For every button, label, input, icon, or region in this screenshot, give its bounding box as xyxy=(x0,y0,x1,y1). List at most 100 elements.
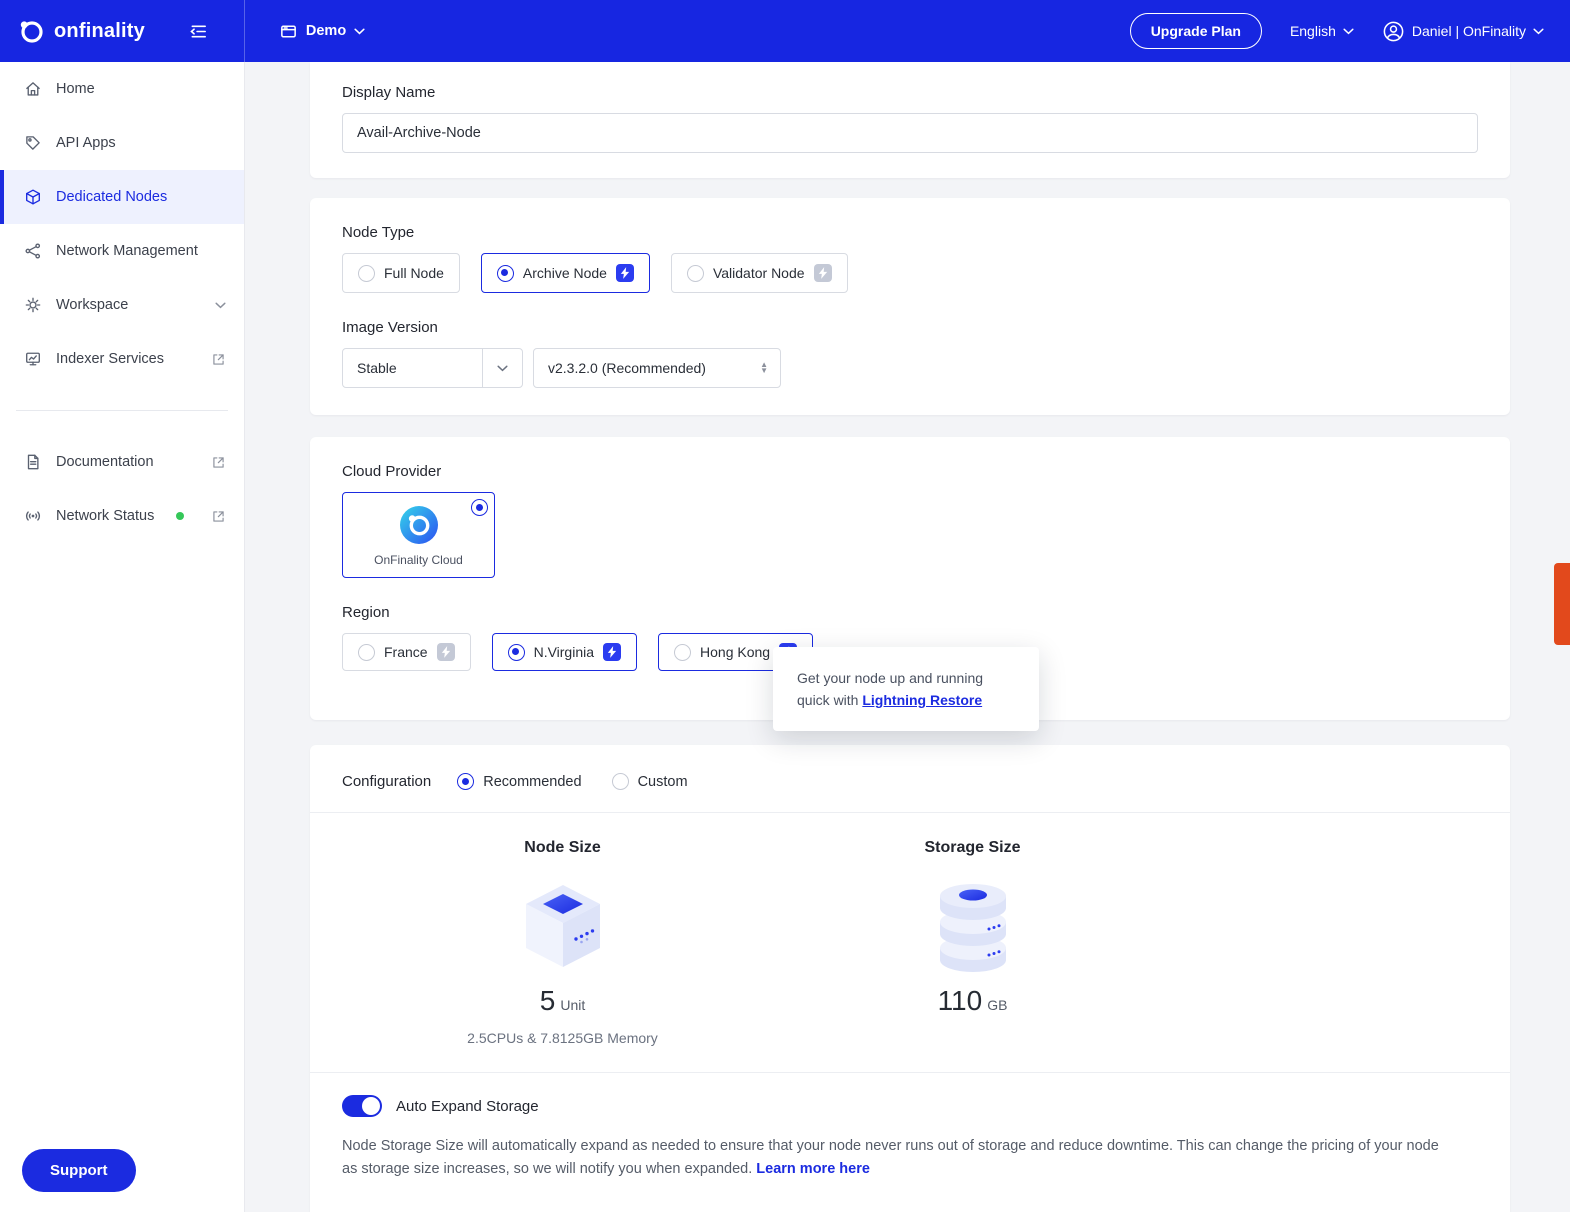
sidebar-item-label: API Apps xyxy=(56,135,116,151)
option-label: Archive Node xyxy=(522,265,607,281)
external-link-icon xyxy=(211,455,226,470)
workspace-switcher[interactable]: Demo xyxy=(279,22,365,41)
node-size-title: Node Size xyxy=(524,839,601,856)
sidebar-divider xyxy=(16,410,228,411)
display-name-input[interactable] xyxy=(342,113,1478,153)
sidebar-item-network-status[interactable]: Network Status xyxy=(0,489,244,543)
sidebar-item-label: Dedicated Nodes xyxy=(56,189,168,205)
monitor-icon xyxy=(24,350,42,368)
lightning-restore-disabled-icon xyxy=(813,264,832,282)
learn-more-link[interactable]: Learn more here xyxy=(756,1161,870,1177)
region-option-nvirginia[interactable]: N.Virginia xyxy=(491,633,638,671)
node-type-option-archive[interactable]: Archive Node xyxy=(480,253,650,293)
sidebar-item-api-apps[interactable]: API Apps xyxy=(0,116,244,170)
lightning-restore-icon xyxy=(603,643,622,661)
configuration-option-custom[interactable]: Custom xyxy=(611,773,688,790)
option-label: Full Node xyxy=(384,265,444,281)
node-type-label: Node Type xyxy=(342,224,415,241)
option-label: France xyxy=(384,644,428,660)
radio-selected xyxy=(471,499,488,516)
storage-size-column: Storage Size 110 GB xyxy=(815,839,1130,1046)
lightning-restore-icon xyxy=(615,264,634,282)
option-label: Custom xyxy=(637,773,688,790)
configuration-option-recommended[interactable]: Recommended xyxy=(457,773,582,790)
size-section: Node Size 5 Unit 2.5CPUs & 7.8125GB Memo… xyxy=(310,812,1510,1072)
signal-icon xyxy=(24,507,42,525)
user-name: Daniel | OnFinality xyxy=(1411,23,1526,39)
sidebar-collapse-icon[interactable] xyxy=(189,22,208,41)
onfinality-logo-icon xyxy=(18,18,45,45)
up-down-caret-icon: ▲ ▼ xyxy=(760,360,768,375)
sidebar-item-workspace[interactable]: Workspace xyxy=(0,278,244,332)
option-label: Recommended xyxy=(483,773,582,790)
top-navbar: onfinality Demo Upgrade Plan English Dan… xyxy=(0,0,1570,62)
chevron-down-icon xyxy=(1533,28,1544,35)
option-label: Hong Kong xyxy=(700,644,771,660)
sidebar-item-network-management[interactable]: Network Management xyxy=(0,224,244,278)
radio-unselected xyxy=(358,643,375,661)
auto-expand-toggle[interactable] xyxy=(342,1095,382,1117)
option-label: Validator Node xyxy=(712,265,805,281)
release-channel-select[interactable]: Stable xyxy=(342,348,523,388)
brand-name: onfinality xyxy=(54,19,145,42)
network-share-icon xyxy=(24,242,42,260)
node-type-option-full[interactable]: Full Node xyxy=(342,253,460,293)
support-button[interactable]: Support xyxy=(22,1149,136,1192)
external-link-icon xyxy=(211,352,226,367)
sidebar: Home API Apps Dedicated Nodes Network Ma… xyxy=(0,62,245,1212)
region-label: Region xyxy=(342,604,390,621)
chevron-down-icon xyxy=(215,302,226,309)
radio-selected xyxy=(496,264,514,282)
sidebar-item-label: Workspace xyxy=(56,297,129,313)
sidebar-item-label: Network Status xyxy=(56,508,155,524)
display-name-label: Display Name xyxy=(342,84,436,101)
radio-selected xyxy=(457,773,475,790)
option-label: N.Virginia xyxy=(533,644,595,660)
configuration-options: Recommended Custom xyxy=(457,773,688,790)
navbar-divider xyxy=(243,0,245,62)
region-option-france[interactable]: France xyxy=(342,633,471,671)
chevron-down-icon xyxy=(1343,28,1354,35)
lightning-restore-link[interactable]: Lightning Restore xyxy=(862,692,982,708)
release-channel-value: Stable xyxy=(357,360,397,376)
node-type-option-validator[interactable]: Validator Node xyxy=(670,253,848,293)
language-selector[interactable]: English xyxy=(1290,23,1354,39)
deploy-node-form: Display Name Node Type Full Node Archive… xyxy=(310,62,1510,1212)
storage-size-value: 110 GB xyxy=(815,985,1130,1017)
provider-name: OnFinality Cloud xyxy=(374,552,463,567)
provider-onfinality-cloud[interactable]: OnFinality Cloud xyxy=(342,492,495,578)
avatar-icon xyxy=(1382,20,1405,43)
node-size-unit: Unit xyxy=(560,997,586,1013)
node-cube-icon xyxy=(24,188,42,206)
upgrade-plan-button[interactable]: Upgrade Plan xyxy=(1129,13,1262,49)
storage-stack-illustration xyxy=(815,873,1130,977)
storage-size-number: 110 xyxy=(937,985,983,1016)
home-icon xyxy=(24,80,42,98)
auto-expand-label: Auto Expand Storage xyxy=(396,1097,539,1115)
image-version-select[interactable]: v2.3.2.0 (Recommended) ▲ ▼ xyxy=(533,348,781,388)
language-label: English xyxy=(1289,23,1336,39)
sidebar-item-dedicated-nodes[interactable]: Dedicated Nodes xyxy=(0,170,244,224)
radio-unselected xyxy=(611,773,629,790)
gear-icon xyxy=(24,296,42,314)
feedback-edge-tab[interactable] xyxy=(1554,563,1570,645)
sidebar-item-home[interactable]: Home xyxy=(0,62,244,116)
storage-size-unit: GB xyxy=(987,997,1008,1013)
sidebar-item-label: Network Management xyxy=(56,243,198,259)
node-size-column: Node Size 5 Unit 2.5CPUs & 7.8125GB Memo… xyxy=(310,839,815,1046)
brand[interactable]: onfinality xyxy=(0,18,145,45)
user-menu[interactable]: Daniel | OnFinality xyxy=(1382,20,1544,43)
storage-note: Node Storage Size will automatically exp… xyxy=(310,1131,1480,1212)
sidebar-item-label: Documentation xyxy=(56,454,154,470)
auto-expand-row: Auto Expand Storage xyxy=(310,1072,1510,1131)
node-type-card: Node Type Full Node Archive Node Validat… xyxy=(310,198,1510,415)
node-size-number: 5 xyxy=(539,985,556,1016)
cloud-provider-label: Cloud Provider xyxy=(342,463,442,480)
node-size-detail: 2.5CPUs & 7.8125GB Memory xyxy=(467,1030,658,1046)
radio-unselected xyxy=(686,264,704,282)
sidebar-item-label: Home xyxy=(56,81,95,97)
sidebar-item-indexer-services[interactable]: Indexer Services xyxy=(0,332,244,386)
sidebar-item-documentation[interactable]: Documentation xyxy=(0,435,244,489)
sidebar-item-label: Indexer Services xyxy=(56,351,164,367)
workspace-name: Demo xyxy=(305,23,347,39)
